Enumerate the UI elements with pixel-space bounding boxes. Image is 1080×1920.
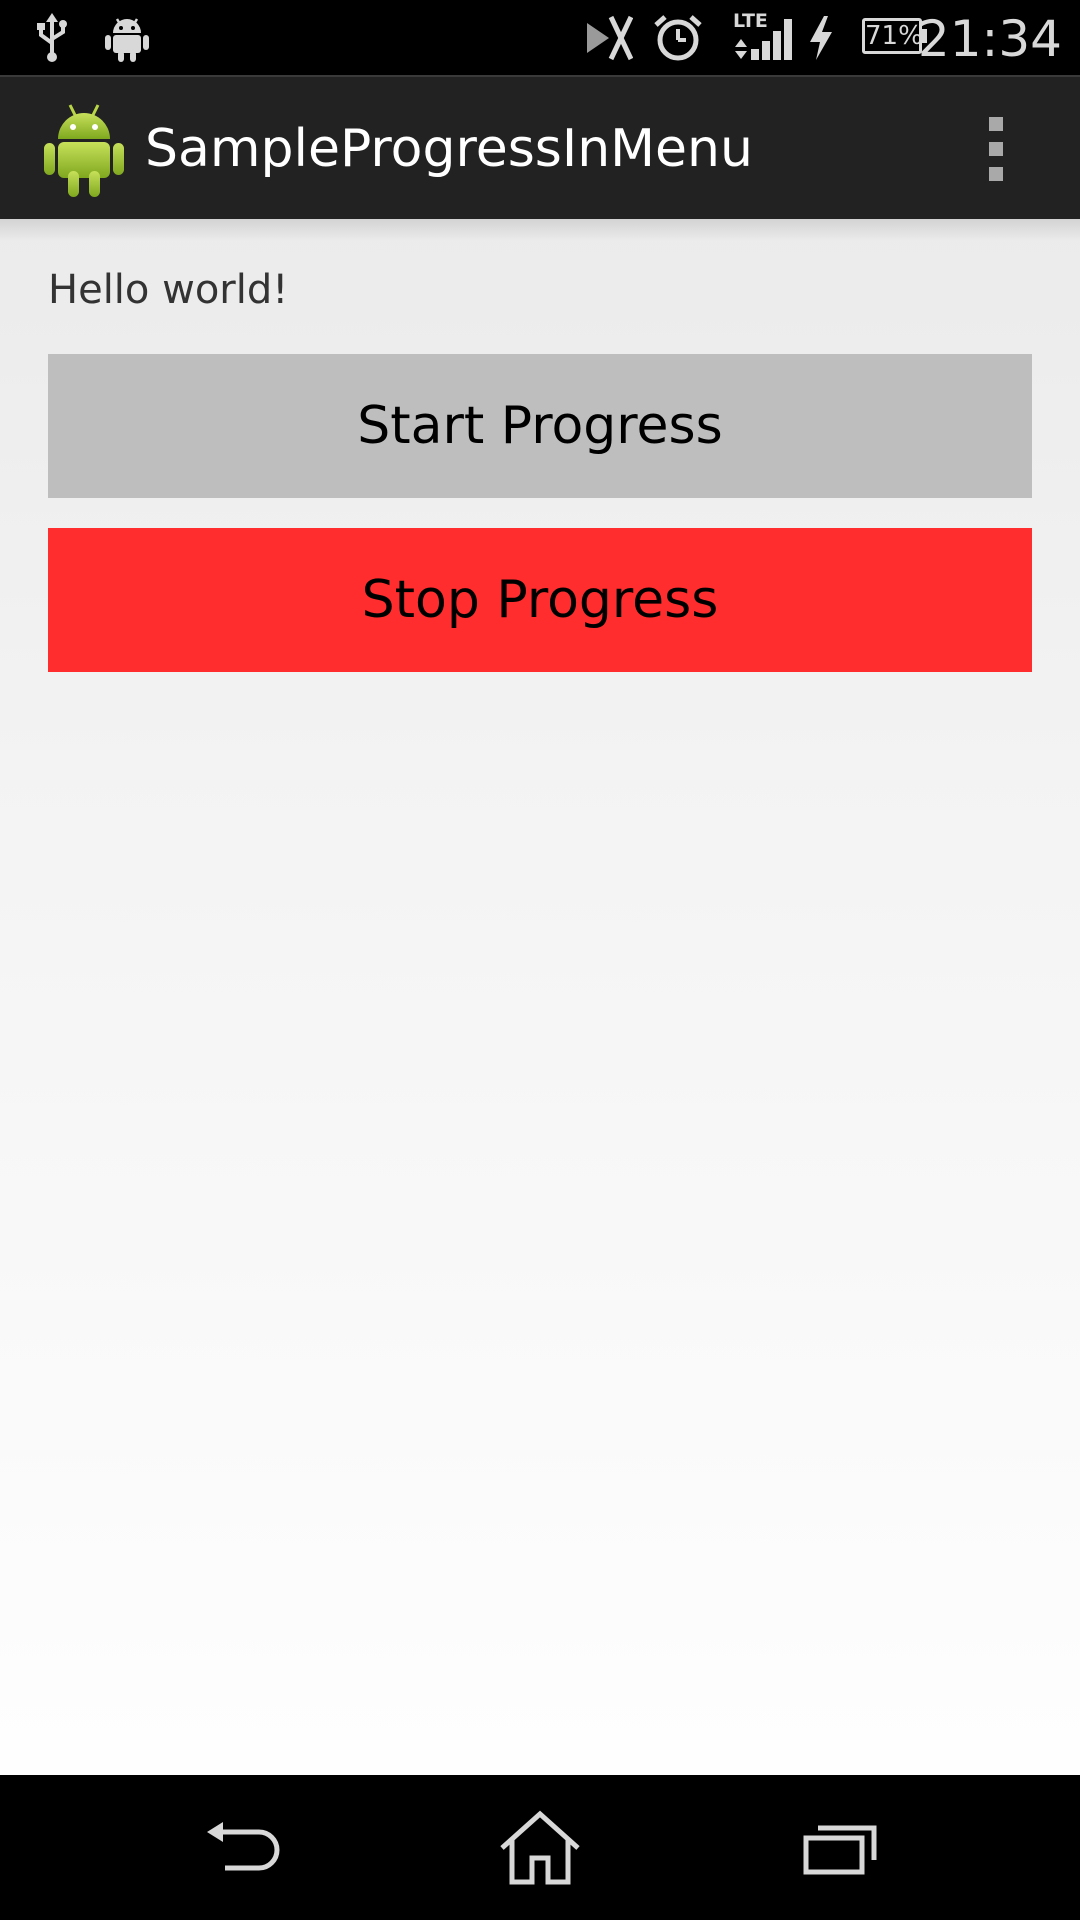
status-bar: LTE 71% 21:34: [0, 0, 1080, 75]
overflow-dot: [989, 167, 1003, 181]
back-icon[interactable]: [141, 1775, 341, 1920]
alarm-icon: [652, 0, 704, 75]
nfc-off-icon: [578, 0, 634, 75]
android-debug-icon: [102, 0, 152, 75]
overflow-menu-icon[interactable]: [980, 117, 1012, 181]
overflow-dot: [989, 142, 1003, 156]
android-robot-icon[interactable]: [44, 101, 124, 197]
status-time: 21:34: [917, 10, 1062, 68]
main-content: Hello world! Start Progress Stop Progres…: [0, 219, 1080, 1775]
home-icon[interactable]: [440, 1775, 640, 1920]
usb-icon: [30, 0, 74, 75]
hello-text: Hello world!: [48, 267, 289, 313]
stop-progress-button[interactable]: Stop Progress: [48, 528, 1032, 672]
recent-apps-icon[interactable]: [740, 1775, 940, 1920]
charging-icon: [806, 0, 836, 75]
action-bar: SampleProgressInMenu: [0, 75, 1080, 219]
signal-icon: [733, 0, 793, 75]
battery-icon: 71%: [862, 18, 927, 54]
app-title: SampleProgressInMenu: [145, 119, 753, 179]
overflow-dot: [989, 117, 1003, 131]
navigation-bar: [0, 1775, 1080, 1920]
start-progress-button[interactable]: Start Progress: [48, 354, 1032, 498]
